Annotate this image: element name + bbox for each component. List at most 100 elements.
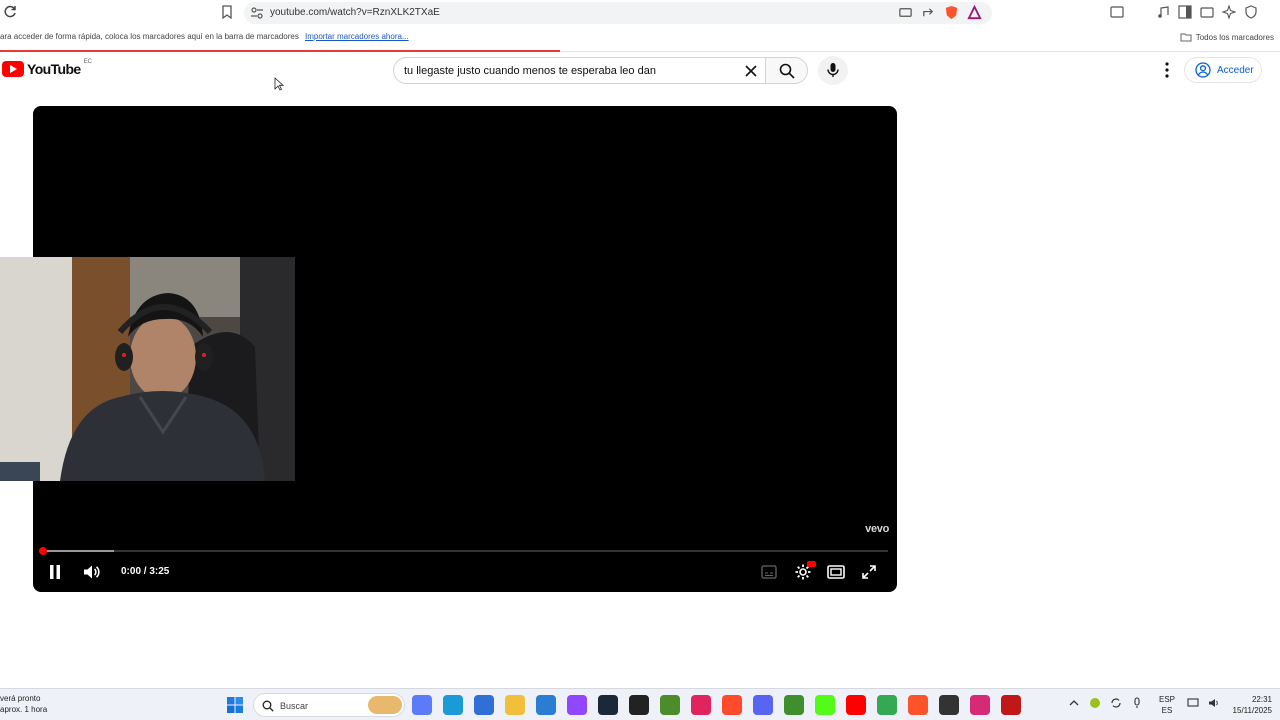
more-options-icon[interactable] <box>1160 61 1174 79</box>
leo-ai-icon[interactable] <box>1222 5 1236 19</box>
pinned-apps <box>412 695 1021 715</box>
clock-date: 15/11/2025 <box>1232 706 1272 715</box>
lang-line-2: ES <box>1161 706 1173 715</box>
youtube-logo[interactable]: YouTube EC <box>2 59 92 77</box>
search-icon <box>262 700 274 712</box>
network-icon <box>1187 698 1199 707</box>
search-highlight-image <box>368 696 402 714</box>
subtitles-icon <box>761 565 777 579</box>
quick-settings[interactable] <box>1187 697 1220 709</box>
volume-icon <box>84 565 100 579</box>
mcafee-icon[interactable] <box>1001 695 1021 715</box>
webcam-overlay <box>0 257 295 481</box>
clear-search-icon[interactable] <box>743 63 759 79</box>
bookmark-icon[interactable] <box>220 4 234 20</box>
clock-time: 22:31 <box>1251 695 1272 704</box>
folder-icon <box>1180 33 1192 42</box>
lang-line-1: ESP <box>1159 695 1176 704</box>
scrubber-handle[interactable] <box>39 547 47 555</box>
import-bookmarks-link[interactable]: Importar marcadores ahora... <box>305 32 409 41</box>
fullscreen-icon <box>862 565 876 579</box>
volume-tray-icon <box>1209 699 1218 707</box>
steam-icon[interactable] <box>598 695 618 715</box>
vegas-icon[interactable] <box>660 695 680 715</box>
media-icon[interactable] <box>1156 5 1170 19</box>
mute-button[interactable] <box>82 563 100 581</box>
url-text[interactable]: youtube.com/watch?v=RznXLK2TXaE <box>270 7 440 18</box>
share-icon[interactable] <box>921 5 936 20</box>
outlook-icon[interactable] <box>536 695 556 715</box>
buffered-progress <box>42 550 114 552</box>
edge-icon[interactable] <box>443 695 463 715</box>
hd-badge <box>807 561 816 567</box>
discord-icon[interactable] <box>753 695 773 715</box>
bookmarks-hint: ara acceder de forma rápida, coloca los … <box>0 32 299 41</box>
chevron-up-icon[interactable] <box>1068 697 1080 709</box>
system-tray <box>1068 697 1143 709</box>
browser-toolbar: youtube.com/watch?v=RznXLK2TXaE <box>0 0 1280 26</box>
time-display: 0:00 / 3:25 <box>121 566 170 577</box>
twitch-icon[interactable] <box>567 695 587 715</box>
subtitles-button[interactable] <box>761 565 777 579</box>
minecraft-icon[interactable] <box>784 695 804 715</box>
wallet-icon[interactable] <box>1200 5 1214 19</box>
search-button[interactable] <box>765 57 808 84</box>
reload-icon[interactable] <box>2 4 18 20</box>
widgets-icon[interactable] <box>412 695 432 715</box>
instagram-icon[interactable] <box>970 695 990 715</box>
site-settings-icon[interactable] <box>250 6 264 20</box>
taskbar-search[interactable]: Buscar <box>253 693 405 717</box>
progress-bar[interactable] <box>42 550 888 552</box>
tiktok-icon[interactable] <box>691 695 711 715</box>
search-icon <box>779 63 795 79</box>
sign-in-label: Acceder <box>1217 64 1254 76</box>
pause-icon <box>50 565 60 579</box>
webcam-person-image <box>0 257 295 481</box>
microphone-icon <box>827 63 839 77</box>
capcut-icon[interactable] <box>629 695 649 715</box>
fullscreen-button[interactable] <box>861 564 877 580</box>
sign-in-button[interactable]: Acceder <box>1184 57 1262 83</box>
windows-taskbar: verá pronto aprox. 1 hora Buscar ESP ES … <box>0 688 1280 720</box>
weather-line-1: verá pronto <box>0 694 41 703</box>
youtube-play-icon <box>2 61 24 77</box>
all-bookmarks-button[interactable]: Todos los marcadores <box>1180 31 1274 43</box>
logo-text: YouTube <box>27 61 81 77</box>
tray-app-icon[interactable] <box>1089 697 1101 709</box>
brave-icon[interactable] <box>908 695 928 715</box>
input-language[interactable]: ESP ES <box>1159 694 1175 716</box>
taskbar-search-placeholder: Buscar <box>280 701 309 711</box>
brave-rewards-icon[interactable] <box>967 5 982 20</box>
brave-shields-icon[interactable] <box>944 5 959 20</box>
pause-button[interactable] <box>48 564 62 580</box>
weather-widget[interactable]: verá pronto aprox. 1 hora <box>0 693 47 715</box>
clock[interactable]: 22:31 15/11/2025 <box>1228 694 1272 716</box>
microphone-tray-icon[interactable] <box>1131 697 1143 709</box>
vevo-watermark: vevo <box>865 523 889 535</box>
all-bookmarks-label: Todos los marcadores <box>1195 32 1274 42</box>
file-explorer-icon[interactable] <box>505 695 525 715</box>
chrome-icon[interactable] <box>877 695 897 715</box>
search-input[interactable]: tu llegaste justo cuando menos te espera… <box>393 57 765 84</box>
sidebar-icon[interactable] <box>1178 5 1192 19</box>
weather-line-2: aprox. 1 hora <box>0 705 48 714</box>
screenshot-icon[interactable] <box>1110 5 1124 19</box>
country-code: EC <box>83 59 92 65</box>
search-query[interactable]: tu llegaste justo cuando menos te espera… <box>404 65 656 77</box>
store-icon[interactable] <box>474 695 494 715</box>
sync-icon[interactable] <box>1110 697 1122 709</box>
bookmarks-bar: ara acceder de forma rápida, coloca los … <box>0 28 1280 46</box>
windows-start-icon[interactable] <box>226 696 244 714</box>
youtube-app-icon[interactable] <box>846 695 866 715</box>
mouse-cursor-icon <box>274 77 284 91</box>
address-bar[interactable]: youtube.com/watch?v=RznXLK2TXaE <box>244 2 992 24</box>
account-icon <box>1195 62 1211 78</box>
theater-mode-button[interactable] <box>827 564 845 580</box>
theater-mode-icon <box>827 565 845 579</box>
kick-icon[interactable] <box>815 695 835 715</box>
voice-search-button[interactable] <box>818 56 848 85</box>
tf-icon[interactable] <box>722 695 742 715</box>
cast-icon[interactable] <box>898 5 913 20</box>
obs-icon[interactable] <box>939 695 959 715</box>
vpn-icon[interactable] <box>1244 5 1258 19</box>
